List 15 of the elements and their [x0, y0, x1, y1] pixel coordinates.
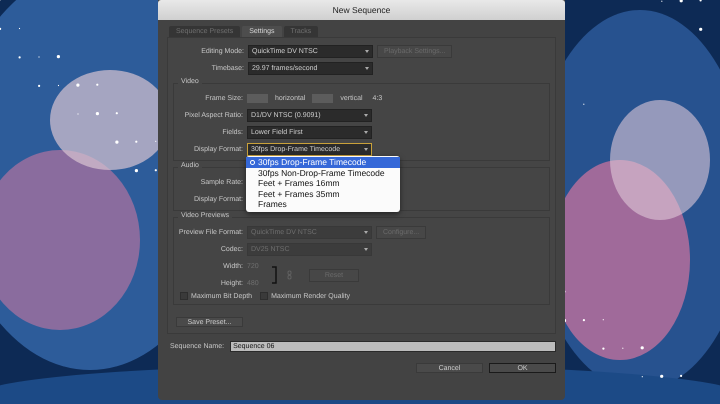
caret-icon — [364, 131, 368, 134]
menu-item[interactable]: Frames — [246, 199, 400, 210]
caret-icon — [364, 114, 368, 117]
caret-icon — [365, 50, 369, 53]
caret-icon — [365, 67, 369, 70]
caret-icon — [364, 231, 368, 234]
check-icon — [250, 160, 254, 165]
menu-item[interactable]: 30fps Non-Drop-Frame Timecode — [246, 168, 400, 178]
menu-item[interactable]: Feet + Frames 35mm — [246, 188, 400, 199]
menu-item[interactable]: 30fps Drop-Frame Timecode — [246, 157, 400, 168]
link-icon — [271, 265, 293, 285]
caret-icon — [364, 248, 368, 251]
menu-item[interactable]: Feet + Frames 16mm — [246, 178, 400, 188]
window-title: New Sequence — [332, 5, 390, 15]
caret-icon — [364, 148, 368, 151]
